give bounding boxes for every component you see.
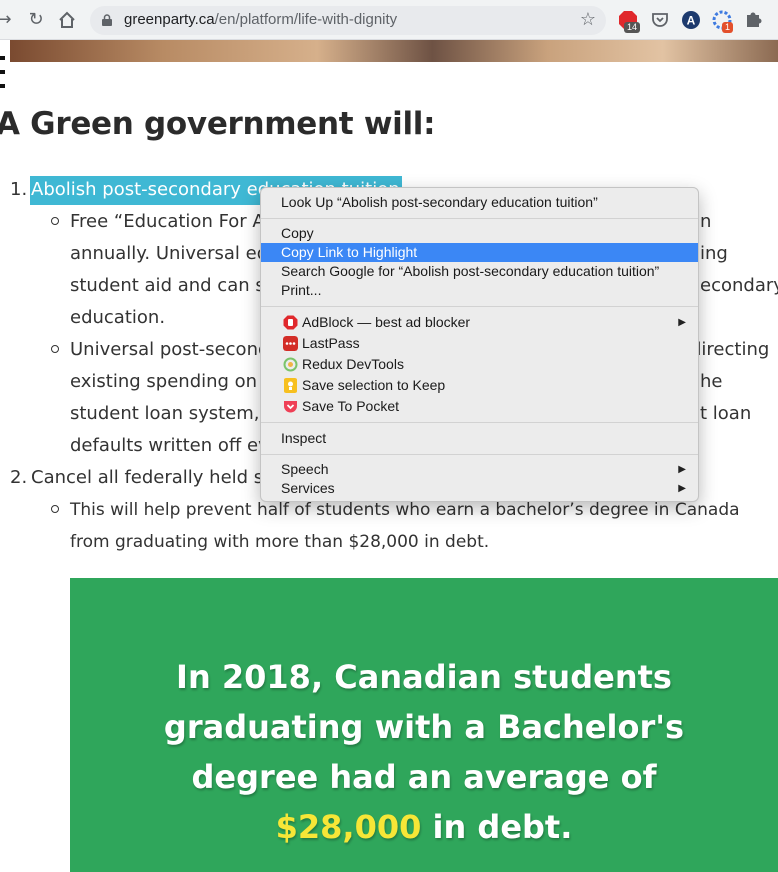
menu-item-copy-link-to-highlight[interactable]: Copy Link to Highlight xyxy=(261,243,698,262)
partial-text: ing xyxy=(700,243,728,264)
reload-icon[interactable]: ↻ xyxy=(26,10,46,30)
banner-line: In 2018, Canadian students xyxy=(176,658,672,696)
menu-separator xyxy=(261,306,698,307)
menu-item-adblock[interactable]: AdBlock — best ad blocker ▶ xyxy=(261,313,698,332)
partial-text: n xyxy=(700,211,712,232)
extensions-puzzle-icon[interactable] xyxy=(744,10,764,30)
sub-line: Free “Education For A xyxy=(70,211,265,232)
banner-line: degree had an average of xyxy=(191,758,657,796)
home-icon[interactable] xyxy=(57,10,77,30)
list-number: 1. xyxy=(10,179,28,200)
debt-infographic-banner: In 2018, Canadian students graduating wi… xyxy=(70,578,778,872)
banner-line: graduating with a Bachelor's xyxy=(163,708,685,746)
bullet xyxy=(51,345,59,353)
menu-item-label: Speech xyxy=(281,461,329,477)
bookmark-star-icon[interactable]: ☆ xyxy=(580,9,596,30)
extension-badge: 1 xyxy=(722,22,734,33)
menu-item-label: Save To Pocket xyxy=(302,398,400,414)
menu-item-save-to-keep[interactable]: Save selection to Keep xyxy=(261,376,698,395)
sub-line: Universal post-second xyxy=(70,339,270,360)
browser-toolbar: → ↻ greenparty.ca/en/platform/life-with-… xyxy=(0,0,778,40)
sub-line: defaults written off ev xyxy=(70,435,269,456)
page-heading: A Green government will: xyxy=(0,106,436,142)
menu-separator xyxy=(261,454,698,455)
sub-line: student aid and can s xyxy=(70,275,265,296)
menu-item-inspect[interactable]: Inspect xyxy=(261,429,698,448)
partial-text: t loan xyxy=(700,403,752,424)
url-path: /en/platform/life-with-dignity xyxy=(214,11,398,28)
menu-item-print[interactable]: Print... xyxy=(261,281,698,300)
menu-separator xyxy=(261,218,698,219)
sub-line: education. xyxy=(70,307,166,328)
forward-arrow-icon[interactable]: → xyxy=(0,10,14,30)
menu-item-label: LastPass xyxy=(302,335,360,351)
adblock-badge: 14 xyxy=(624,22,641,33)
keep-icon xyxy=(284,378,297,393)
partial-text: he xyxy=(700,371,723,392)
adblock-icon xyxy=(283,315,298,330)
pocket-icon xyxy=(284,401,297,413)
lock-icon xyxy=(102,14,112,26)
menu-item-copy[interactable]: Copy xyxy=(261,224,698,243)
menu-separator xyxy=(261,422,698,423)
sub-line: from graduating with more than $28,000 i… xyxy=(70,532,490,552)
banner-suffix: in debt. xyxy=(421,808,573,846)
bullet xyxy=(51,505,59,513)
svg-text:A: A xyxy=(687,14,696,28)
submenu-arrow-icon: ▶ xyxy=(678,317,686,328)
redux-extension-icon[interactable]: 1 xyxy=(712,10,734,33)
url-text: greenparty.ca/en/platform/life-with-dign… xyxy=(124,11,397,28)
sub-line: existing spending on xyxy=(70,371,258,392)
banner-line: $28,000 in debt. xyxy=(70,808,778,846)
adblock-extension-icon[interactable]: 14 xyxy=(618,10,641,33)
sub-line: annually. Universal ed xyxy=(70,243,269,264)
sub-line: This will help prevent half of students … xyxy=(70,500,740,520)
hamburger-menu-icon[interactable] xyxy=(0,50,10,98)
menu-item-search-google[interactable]: Search Google for “Abolish post-secondar… xyxy=(261,262,698,281)
menu-item-redux-devtools[interactable]: Redux DevTools xyxy=(261,355,698,374)
menu-item-label: AdBlock — best ad blocker xyxy=(302,314,471,330)
pocket-extension-icon[interactable] xyxy=(650,10,670,30)
submenu-arrow-icon: ▶ xyxy=(678,464,686,475)
list-item-title: Cancel all federally held st xyxy=(31,467,271,488)
bullet xyxy=(51,217,59,225)
redux-devtools-icon xyxy=(283,357,298,372)
address-bar[interactable]: greenparty.ca/en/platform/life-with-dign… xyxy=(90,6,606,35)
menu-item-label: Save selection to Keep xyxy=(302,377,446,393)
menu-item-label: Redux DevTools xyxy=(302,356,404,372)
sub-line: student loan system, xyxy=(70,403,260,424)
banner-amount: $28,000 xyxy=(275,808,422,846)
hero-image xyxy=(10,40,778,62)
partial-text: econdary xyxy=(700,275,778,296)
menu-item-label: Services xyxy=(281,480,335,496)
a-extension-icon[interactable]: A xyxy=(681,10,701,30)
menu-item-speech[interactable]: Speech ▶ xyxy=(261,460,698,479)
menu-item-look-up[interactable]: Look Up “Abolish post-secondary educatio… xyxy=(261,193,698,212)
partial-text: directing xyxy=(690,339,770,360)
list-number: 2. xyxy=(10,467,28,488)
url-domain: greenparty.ca xyxy=(124,11,215,28)
menu-item-services[interactable]: Services ▶ xyxy=(261,479,698,498)
menu-item-lastpass[interactable]: LastPass xyxy=(261,334,698,353)
lastpass-icon xyxy=(283,336,298,351)
context-menu: Look Up “Abolish post-secondary educatio… xyxy=(260,187,699,502)
menu-item-save-to-pocket[interactable]: Save To Pocket xyxy=(261,397,698,416)
submenu-arrow-icon: ▶ xyxy=(678,483,686,494)
